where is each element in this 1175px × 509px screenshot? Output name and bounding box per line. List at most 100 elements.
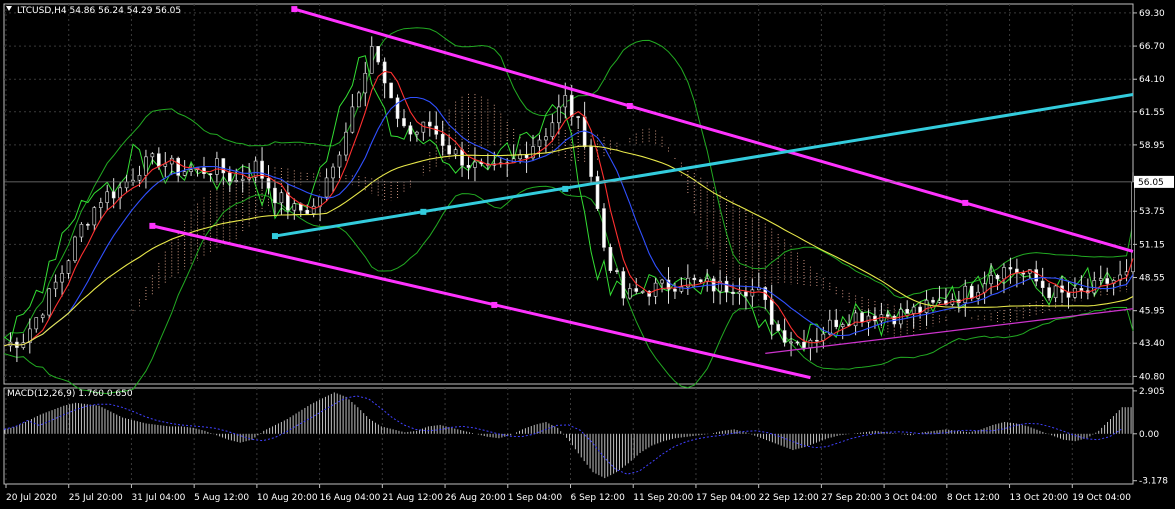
candle-body — [279, 192, 284, 204]
y-tick-label: 53.75 — [1139, 207, 1165, 217]
y-tick-label: 64.10 — [1139, 75, 1165, 85]
x-tick-label: 10 Aug 20:00 — [257, 493, 318, 503]
candle-body — [1066, 291, 1071, 298]
trendline-anchor — [491, 301, 498, 308]
candle-body — [460, 149, 464, 166]
x-tick-label: 20 Jul 2020 — [6, 493, 57, 503]
candle-body — [731, 291, 735, 294]
x-tick-label: 5 Aug 12:00 — [194, 493, 249, 503]
candle-body — [124, 181, 129, 189]
candle-body — [621, 271, 626, 299]
candle-body — [182, 171, 187, 176]
candle-body — [1053, 285, 1058, 298]
candle-body — [466, 164, 471, 168]
x-tick-label: 6 Sep 12:00 — [571, 493, 626, 503]
chart-area[interactable]: LTCUSD,H4 54.86 56.24 54.29 56.05 69.30 6… — [0, 0, 1175, 509]
candle-body — [782, 330, 787, 343]
candle-body — [931, 299, 935, 303]
candle-body — [724, 280, 729, 293]
trendline-anchor — [271, 233, 278, 240]
x-tick-label: 3 Oct 04:00 — [884, 493, 937, 503]
candle-body — [440, 134, 445, 146]
candle-body — [363, 72, 368, 94]
y-tick-label: 43.40 — [1139, 339, 1165, 349]
candle-body — [402, 118, 406, 127]
candle-body — [415, 131, 419, 135]
candle-body — [660, 279, 664, 284]
y-tick-label: 69.30 — [1139, 9, 1165, 19]
candle-body — [924, 299, 929, 313]
candle-body — [453, 149, 458, 155]
candle-body — [234, 180, 239, 182]
candle-body — [144, 156, 148, 176]
candle-body — [60, 273, 64, 283]
candle-body — [569, 95, 574, 117]
candle-body — [937, 300, 942, 303]
trendline-anchor — [626, 103, 633, 110]
candle-body — [821, 333, 826, 341]
candle-body — [408, 125, 413, 135]
candle-body — [853, 312, 858, 327]
candle-body — [692, 277, 697, 281]
trendline-anchor — [962, 199, 969, 206]
macd-header: MACD(12,26,9) 1.760 0.650 — [7, 389, 133, 399]
candle-body — [1105, 278, 1109, 284]
candle-body — [789, 341, 793, 344]
macd-tick-label: 2.905 — [1139, 387, 1165, 397]
candle-body — [776, 324, 780, 331]
candle-body — [369, 46, 374, 74]
candle-body — [640, 291, 645, 293]
candle-body — [331, 166, 335, 179]
y-tick-label: 45.95 — [1139, 307, 1165, 317]
candle-body — [627, 288, 632, 299]
candle-body — [615, 270, 619, 272]
candle-body — [357, 92, 361, 108]
candle-body — [389, 82, 393, 99]
candle-body — [1040, 280, 1045, 288]
candle-body — [137, 174, 142, 181]
candle-body — [111, 191, 116, 199]
x-tick-label: 8 Oct 12:00 — [947, 493, 1000, 503]
candle-body — [737, 291, 742, 294]
candle-body — [537, 139, 542, 147]
candle-body — [563, 95, 568, 108]
candle-body — [815, 339, 819, 342]
candle-body — [189, 169, 193, 172]
candle-body — [1002, 267, 1006, 280]
candle-body — [273, 187, 277, 204]
candle-body — [337, 154, 342, 168]
candle-body — [744, 291, 748, 297]
macd-tick-label: 0.00 — [1139, 430, 1159, 440]
candle-body — [86, 224, 90, 226]
candle-body — [324, 177, 329, 198]
candle-body — [1008, 267, 1013, 270]
candle-body — [240, 178, 245, 181]
candle-body — [911, 306, 916, 314]
y-tick-label: 66.70 — [1139, 42, 1165, 52]
candle-body — [982, 283, 987, 293]
x-tick-label: 22 Sep 12:00 — [759, 493, 819, 503]
candle-body — [1021, 272, 1026, 275]
candle-body — [969, 285, 974, 299]
candle-body — [576, 116, 580, 118]
symbol-ohlc-header: LTCUSD,H4 54.86 56.24 54.29 56.05 — [17, 6, 181, 16]
candle-body — [1092, 280, 1097, 294]
candle-body — [395, 97, 400, 119]
y-tick-label: 40.80 — [1139, 372, 1165, 382]
candle-body — [40, 314, 45, 318]
candle-body — [98, 202, 103, 208]
x-tick-label: 31 Jul 04:00 — [131, 493, 185, 503]
x-tick-label: 11 Sep 20:00 — [633, 493, 693, 503]
candle-body — [292, 203, 297, 211]
candle-body — [1131, 181, 1135, 273]
candle-body — [150, 153, 155, 158]
y-tick-label: 51.15 — [1139, 240, 1165, 250]
candle-body — [989, 274, 993, 285]
candle-body — [447, 145, 451, 155]
candle-body — [557, 106, 561, 124]
trendline-anchor — [291, 6, 298, 13]
candle-body — [834, 319, 839, 328]
candle-body — [266, 178, 271, 189]
x-tick-label: 27 Sep 20:00 — [821, 493, 881, 503]
x-tick-label: 26 Aug 20:00 — [445, 493, 506, 503]
